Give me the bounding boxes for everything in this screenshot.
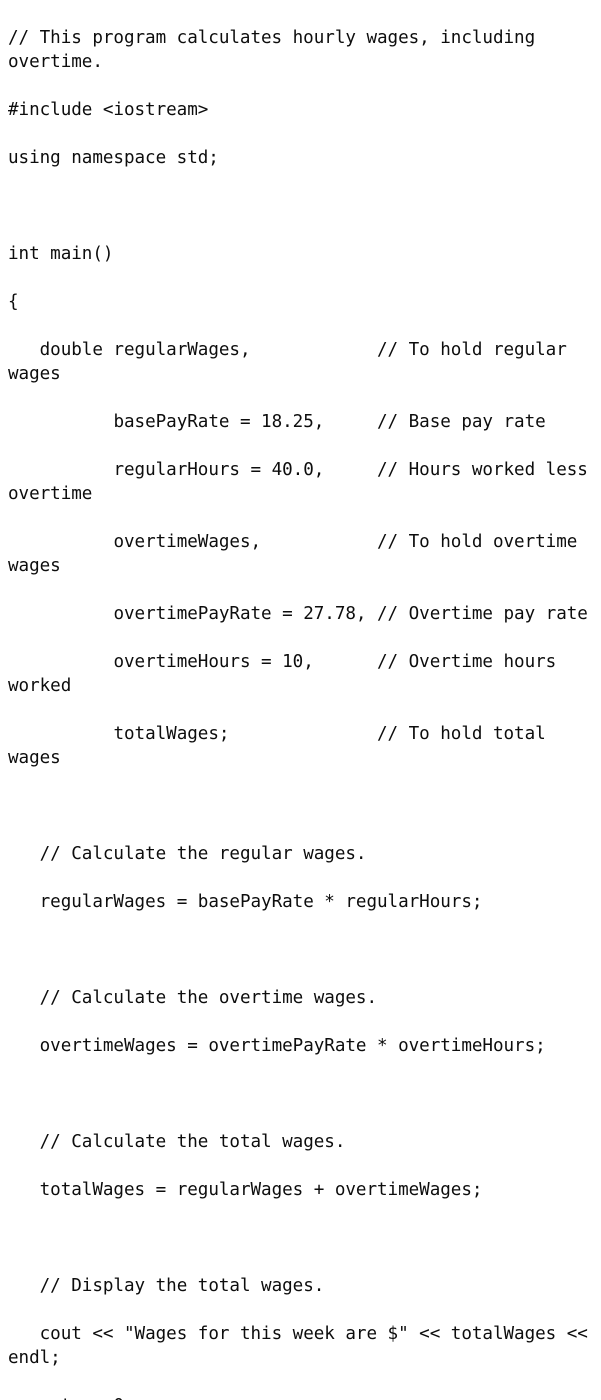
code-line: cout << "Wages for this week are $" << t… xyxy=(8,1323,599,1368)
code-line: #include <iostream> xyxy=(8,99,209,120)
code-line: regularWages = basePayRate * regularHour… xyxy=(8,891,483,912)
code-line: // Calculate the overtime wages. xyxy=(8,987,377,1008)
code-line: using namespace std; xyxy=(8,147,219,168)
code-line: // This program calculates hourly wages,… xyxy=(8,27,546,72)
code-line: totalWages = regularWages + overtimeWage… xyxy=(8,1179,483,1200)
code-line: totalWages; // To hold total wages xyxy=(8,723,557,768)
code-line: overtimePayRate = 27.78, // Overtime pay… xyxy=(8,603,588,624)
code-line: regularHours = 40.0, // Hours worked les… xyxy=(8,459,599,504)
code-line: return 0; xyxy=(8,1394,601,1400)
code-line: double regularWages, // To hold regular … xyxy=(8,339,578,384)
code-line: overtimeHours = 10, // Overtime hours wo… xyxy=(8,651,567,696)
code-line: int main() xyxy=(8,243,114,264)
code-line: overtimeWages, // To hold overtime wages xyxy=(8,531,588,576)
code-line: overtimeWages = overtimePayRate * overti… xyxy=(8,1035,546,1056)
code-line: // Calculate the total wages. xyxy=(8,1131,346,1152)
code-line: { xyxy=(8,291,19,312)
code-line: // Calculate the regular wages. xyxy=(8,843,367,864)
code-listing: // This program calculates hourly wages,… xyxy=(0,17,601,1400)
code-line: // Display the total wages. xyxy=(8,1275,325,1296)
code-line: basePayRate = 18.25, // Base pay rate xyxy=(8,411,546,432)
